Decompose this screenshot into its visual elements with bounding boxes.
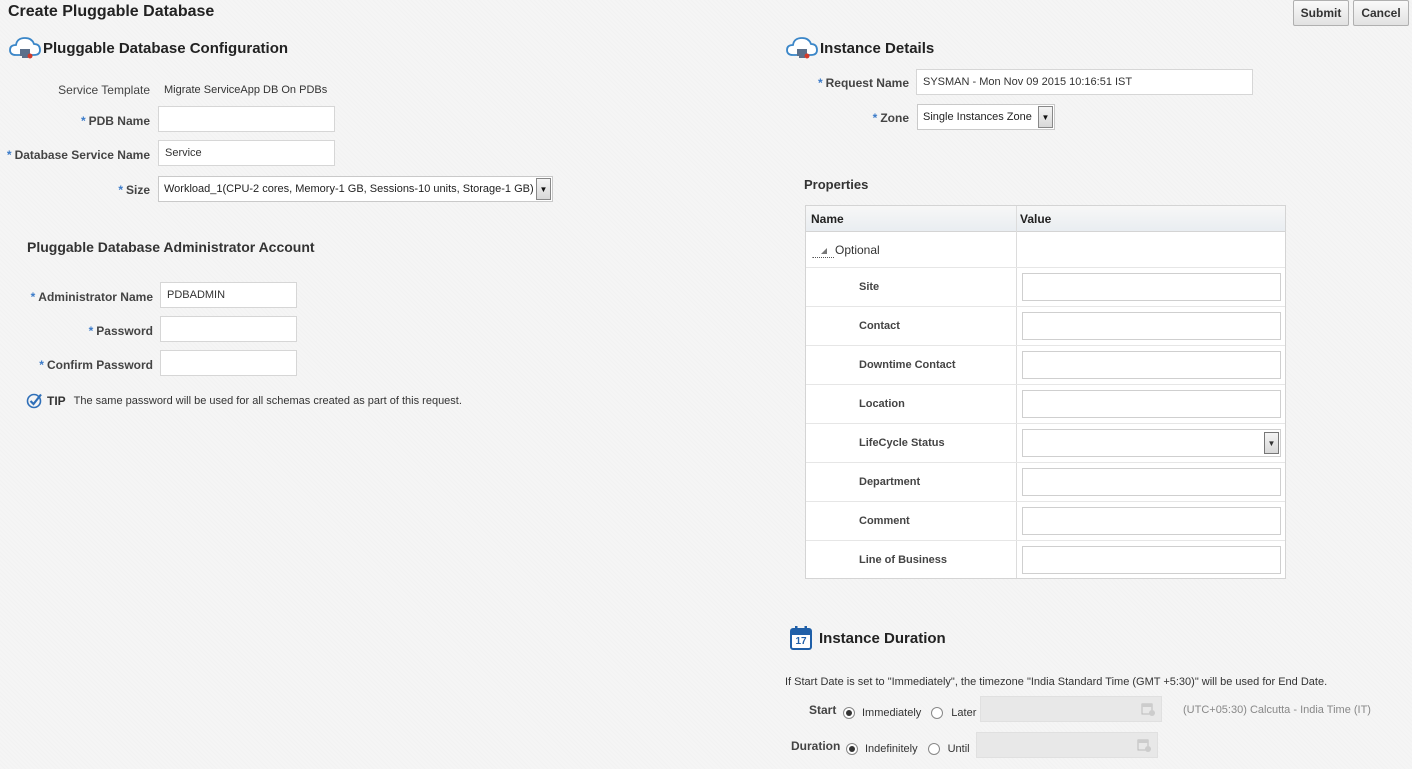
service-template-label: Service Template: [58, 83, 150, 97]
table-row: Department: [806, 462, 1285, 501]
duration-label: Duration: [791, 739, 841, 753]
property-name: Department: [859, 476, 921, 488]
chevron-down-icon[interactable]: ▼: [1264, 432, 1279, 454]
pdb-name-label: * PDB Name: [80, 114, 150, 128]
service-name-input[interactable]: Service: [158, 140, 335, 166]
checkmark-icon: [26, 393, 42, 409]
property-name: Downtime Contact: [859, 359, 956, 371]
size-select-value: Workload_1(CPU-2 cores, Memory-1 GB, Ses…: [164, 183, 534, 195]
admin-section-title: Pluggable Database Administrator Account: [27, 239, 315, 255]
comment-input[interactable]: [1022, 507, 1281, 535]
start-immediately-label: Immediately: [862, 707, 922, 719]
properties-title: Properties: [804, 177, 869, 192]
instance-details-title: Instance Details: [820, 39, 935, 57]
table-row: LifeCycle Status ▼: [806, 423, 1285, 462]
pdb-config-section-title: Pluggable Database Configuration: [8, 35, 288, 61]
submit-button[interactable]: Submit: [1293, 0, 1349, 26]
duration-indefinitely-label: Indefinitely: [865, 743, 918, 755]
cloud-database-icon: [9, 37, 41, 59]
size-label: * Size: [118, 183, 150, 197]
property-name: Line of Business: [859, 554, 948, 566]
contact-input[interactable]: [1022, 312, 1281, 340]
properties-table-header: Name Value: [806, 206, 1285, 232]
table-row: Line of Business: [806, 540, 1285, 579]
table-row: Site: [806, 267, 1285, 306]
admin-name-input[interactable]: PDBADMIN: [160, 282, 297, 308]
start-immediately-radio[interactable]: [843, 707, 855, 719]
zone-select[interactable]: Single Instances Zone ▼: [917, 104, 1055, 130]
page-title: Create Pluggable Database: [8, 3, 215, 20]
confirm-password-input[interactable]: [160, 350, 297, 376]
tip-text: The same password will be used for all s…: [73, 394, 462, 407]
timezone-label: (UTC+05:30) Calcutta - India Time (IT): [1183, 704, 1371, 716]
cloud-database-icon: [786, 37, 818, 59]
service-template-value: Migrate ServiceApp DB On PDBs: [164, 84, 328, 96]
tip: TIP The same password will be used for a…: [26, 392, 462, 409]
instance-duration-section-title: 17 Instance Duration: [790, 626, 946, 650]
timezone-note: If Start Date is set to "Immediately", t…: [785, 676, 1328, 688]
properties-table: Name Value Optional Site Contact Downtim…: [805, 205, 1286, 579]
column-header-value: Value: [1020, 212, 1052, 226]
duration-radio-group: Indefinitely Until: [846, 743, 970, 755]
zone-select-value: Single Instances Zone: [923, 111, 1032, 123]
start-radio-group: Immediately Later: [843, 707, 976, 719]
duration-until-radio[interactable]: [927, 743, 940, 755]
password-input[interactable]: [160, 316, 297, 342]
service-name-label: * Database Service Name: [6, 148, 150, 162]
optional-group-label: Optional: [835, 243, 880, 257]
calendar-icon: 17: [790, 626, 812, 650]
cancel-button[interactable]: Cancel: [1353, 0, 1409, 26]
duration-indefinitely-radio[interactable]: [846, 743, 858, 755]
pdb-name-input[interactable]: [158, 106, 335, 132]
expand-triangle-icon[interactable]: [812, 242, 834, 258]
admin-name-label: * Administrator Name: [30, 290, 153, 304]
start-later-label: Later: [951, 707, 977, 719]
property-name: Comment: [859, 515, 910, 527]
size-select[interactable]: Workload_1(CPU-2 cores, Memory-1 GB, Ses…: [158, 176, 553, 202]
tip-label: TIP: [47, 393, 66, 408]
duration-until-label: Until: [947, 743, 970, 755]
department-input[interactable]: [1022, 468, 1281, 496]
chevron-down-icon[interactable]: ▼: [536, 178, 551, 200]
instance-details-section-title: Instance Details: [785, 35, 934, 61]
lifecycle-status-select[interactable]: ▼: [1022, 429, 1281, 457]
property-name: Contact: [859, 320, 900, 332]
property-name: LifeCycle Status: [859, 437, 945, 449]
table-row: Contact: [806, 306, 1285, 345]
request-name-input[interactable]: SYSMAN - Mon Nov 09 2015 10:16:51 IST: [916, 69, 1253, 95]
start-date-input: [980, 696, 1162, 722]
property-name: Location: [859, 398, 905, 410]
chevron-down-icon[interactable]: ▼: [1038, 106, 1053, 128]
location-input[interactable]: [1022, 390, 1281, 418]
end-date-input: [976, 732, 1158, 758]
calendar-picker-icon: [1137, 739, 1151, 752]
line-of-business-input[interactable]: [1022, 546, 1281, 574]
start-label: Start: [809, 703, 837, 717]
pdb-config-title: Pluggable Database Configuration: [43, 39, 289, 57]
start-later-radio[interactable]: [931, 707, 944, 719]
table-row: Downtime Contact: [806, 345, 1285, 384]
downtime-contact-input[interactable]: [1022, 351, 1281, 379]
calendar-day: 17: [795, 636, 807, 647]
calendar-picker-icon: [1141, 703, 1155, 716]
instance-duration-title: Instance Duration: [819, 629, 946, 647]
table-row: Comment: [806, 501, 1285, 540]
site-input[interactable]: [1022, 273, 1281, 301]
confirm-password-label: * Confirm Password: [39, 358, 153, 372]
password-label: * Password: [88, 324, 153, 338]
column-header-name: Name: [811, 212, 844, 226]
zone-label: * Zone: [872, 111, 909, 125]
table-row: Location: [806, 384, 1285, 423]
property-name: Site: [859, 281, 880, 293]
optional-group-row[interactable]: Optional: [806, 232, 1285, 267]
request-name-label: * Request Name: [817, 76, 909, 90]
